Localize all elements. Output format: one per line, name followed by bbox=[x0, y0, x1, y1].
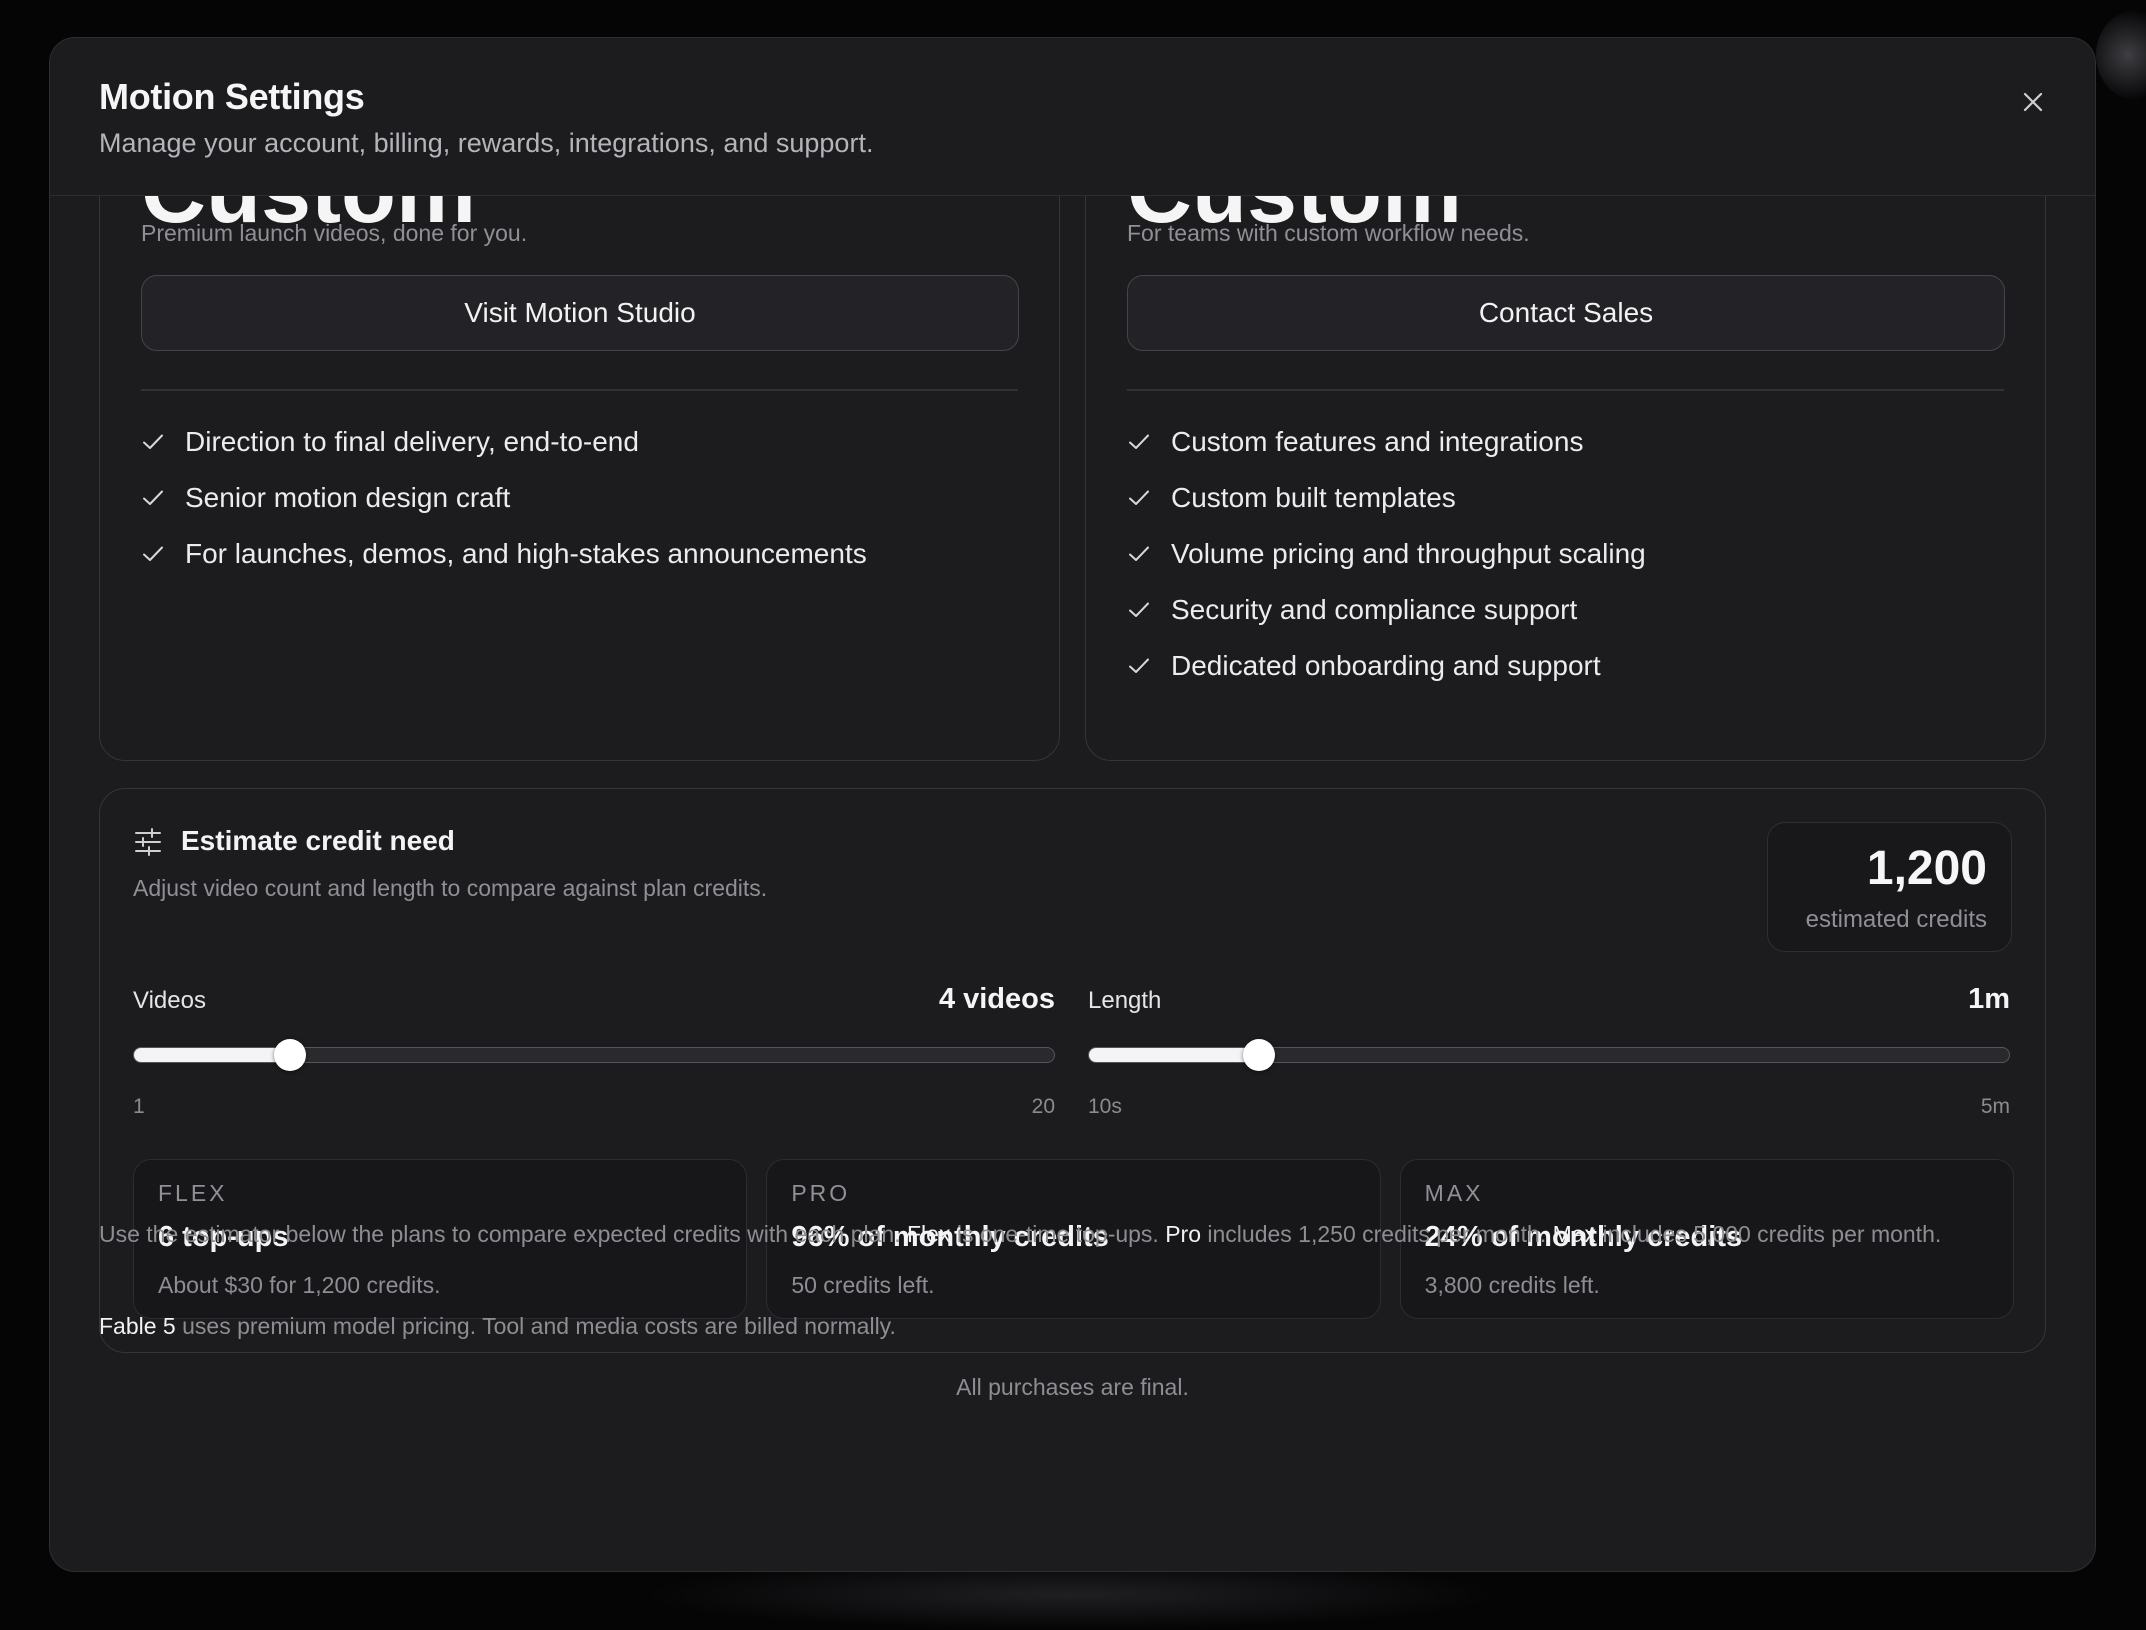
dialog-body: Custom Premium launch videos, done for y… bbox=[50, 196, 2095, 1571]
dialog-header: Motion Settings Manage your account, bil… bbox=[50, 38, 2095, 196]
feature-text: Security and compliance support bbox=[1171, 594, 1578, 625]
footnote-text: is one-time top-ups. bbox=[950, 1221, 1166, 1247]
feature-list: Custom features and integrations Custom … bbox=[1127, 414, 1646, 694]
visit-motion-studio-button[interactable]: Visit Motion Studio bbox=[141, 275, 1019, 351]
videos-max-label: 20 bbox=[1031, 1095, 1055, 1118]
estimated-credits-value: 1,200 bbox=[1866, 842, 1987, 895]
check-icon bbox=[1127, 598, 1151, 622]
feature-list: Direction to final delivery, end-to-end … bbox=[141, 414, 867, 582]
close-icon bbox=[2023, 92, 2043, 112]
comparison-detail: About $30 for 1,200 credits. bbox=[158, 1272, 441, 1298]
comparison-detail: 3,800 credits left. bbox=[1424, 1272, 1600, 1298]
estimated-credits-box: 1,200 estimated credits bbox=[1767, 822, 2012, 952]
dialog-subtitle: Manage your account, billing, rewards, i… bbox=[99, 128, 874, 158]
footnote-model: Fable 5 bbox=[99, 1313, 176, 1339]
feature-text: Direction to final delivery, end-to-end bbox=[185, 426, 639, 457]
length-label: Length bbox=[1088, 987, 1162, 1014]
feature-item: Volume pricing and throughput scaling bbox=[1127, 526, 1646, 582]
videos-slider[interactable] bbox=[133, 1039, 1055, 1071]
plan-card-studio: Custom Premium launch videos, done for y… bbox=[99, 196, 1060, 761]
footnote-text: includes 1,250 credits per month. bbox=[1201, 1221, 1553, 1247]
feature-item: Direction to final delivery, end-to-end bbox=[141, 414, 867, 470]
length-slider-thumb[interactable] bbox=[1243, 1039, 1276, 1071]
check-icon bbox=[141, 542, 165, 566]
feature-text: Senior motion design craft bbox=[185, 482, 511, 513]
dialog-title: Motion Settings bbox=[99, 76, 365, 117]
check-icon bbox=[1127, 542, 1151, 566]
credit-estimator: Estimate credit need Adjust video count … bbox=[99, 788, 2046, 1353]
sliders-icon bbox=[133, 827, 163, 857]
plan-card-enterprise: Custom For teams with custom workflow ne… bbox=[1085, 196, 2046, 761]
length-slider-fill bbox=[1089, 1048, 1260, 1062]
length-value: 1m bbox=[1968, 983, 2010, 1015]
feature-text: Volume pricing and throughput scaling bbox=[1171, 538, 1646, 569]
comparison-plan-name: FLEX bbox=[158, 1180, 228, 1206]
videos-slider-thumb[interactable] bbox=[274, 1039, 307, 1071]
comparison-plan-name: MAX bbox=[1424, 1180, 1484, 1206]
plan-tagline: For teams with custom workflow needs. bbox=[1127, 220, 1530, 246]
videos-value: 4 videos bbox=[938, 983, 1055, 1015]
estimated-credits-label: estimated credits bbox=[1805, 905, 1987, 933]
feature-item: Custom built templates bbox=[1127, 470, 1646, 526]
footnote-flex: Flex bbox=[907, 1221, 951, 1247]
settings-dialog: Motion Settings Manage your account, bil… bbox=[49, 37, 2096, 1572]
footnote-max: Max bbox=[1552, 1221, 1597, 1247]
footnote-pro: Pro bbox=[1165, 1221, 1202, 1247]
check-icon bbox=[1127, 486, 1151, 510]
backdrop-glow bbox=[2096, 10, 2146, 100]
videos-min-label: 1 bbox=[133, 1095, 145, 1118]
feature-text: For launches, demos, and high-stakes ann… bbox=[185, 538, 867, 569]
check-icon bbox=[1127, 654, 1151, 678]
divider bbox=[1127, 389, 2004, 391]
length-max-label: 5m bbox=[1980, 1095, 2010, 1118]
contact-sales-button[interactable]: Contact Sales bbox=[1127, 275, 2005, 351]
model-pricing-footnote: Fable 5 uses premium model pricing. Tool… bbox=[99, 1310, 2025, 1342]
close-button[interactable] bbox=[2017, 86, 2049, 118]
length-slider[interactable] bbox=[1088, 1039, 2010, 1071]
footnote-text: Use the estimator below the plans to com… bbox=[99, 1221, 907, 1247]
check-icon bbox=[1127, 430, 1151, 454]
purchases-final-note: All purchases are final. bbox=[956, 1374, 1189, 1400]
footnote-text: includes 5,000 credits per month. bbox=[1596, 1221, 1942, 1247]
check-icon bbox=[141, 430, 165, 454]
feature-item: Senior motion design craft bbox=[141, 470, 867, 526]
videos-label: Videos bbox=[133, 987, 206, 1014]
feature-text: Custom features and integrations bbox=[1171, 426, 1584, 457]
feature-item: Security and compliance support bbox=[1127, 582, 1646, 638]
estimator-subtitle: Adjust video count and length to compare… bbox=[133, 875, 768, 901]
feature-item: For launches, demos, and high-stakes ann… bbox=[141, 526, 867, 582]
comparison-plan-name: PRO bbox=[791, 1180, 851, 1206]
divider bbox=[141, 389, 1018, 391]
length-min-label: 10s bbox=[1088, 1095, 1122, 1118]
videos-slider-fill bbox=[134, 1048, 291, 1062]
estimator-title: Estimate credit need bbox=[181, 825, 455, 856]
plan-tagline: Premium launch videos, done for you. bbox=[141, 220, 528, 246]
check-icon bbox=[141, 486, 165, 510]
feature-item: Custom features and integrations bbox=[1127, 414, 1646, 470]
footnote-text: uses premium model pricing. Tool and med… bbox=[175, 1313, 896, 1339]
feature-text: Dedicated onboarding and support bbox=[1171, 650, 1601, 681]
pricing-footnote: Use the estimator below the plans to com… bbox=[99, 1218, 2025, 1250]
comparison-detail: 50 credits left. bbox=[791, 1272, 935, 1298]
feature-text: Custom built templates bbox=[1171, 482, 1456, 513]
feature-item: Dedicated onboarding and support bbox=[1127, 638, 1646, 694]
